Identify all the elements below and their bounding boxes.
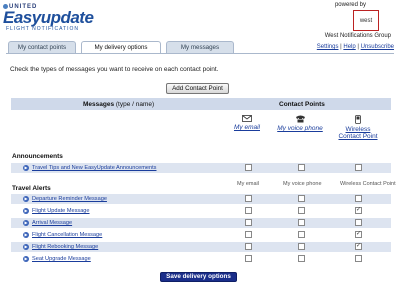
arrow-bullet-icon: ▶: [23, 232, 29, 238]
wireless-checkbox[interactable]: [355, 219, 362, 226]
announcements-heading: Announcements: [12, 153, 63, 160]
message-type-link[interactable]: Departure Reminder Message: [32, 196, 107, 202]
email-column-label: My email: [237, 181, 260, 187]
voice-column-label: My voice phone: [283, 181, 322, 187]
envelope-icon: [242, 115, 252, 122]
message-type-link[interactable]: Arrival Message: [32, 220, 72, 226]
voice-checkbox[interactable]: [298, 219, 305, 226]
instructions-text: Check the types of messages you want to …: [10, 66, 219, 73]
wireless-contact-point-link[interactable]: Wireless Contact Point: [336, 126, 380, 140]
partner-name: West Notifications Group: [324, 33, 391, 39]
tab-messages[interactable]: My messages: [166, 41, 234, 53]
message-type-link[interactable]: Travel Tips and New EasyUpdate Announcem…: [32, 165, 156, 171]
west-logo: west: [353, 10, 379, 31]
voice-checkbox[interactable]: [298, 231, 305, 238]
easyupdate-wordmark: Easyupdate: [3, 8, 94, 28]
wireless-checkbox[interactable]: ✓: [355, 243, 362, 250]
email-checkbox[interactable]: [245, 255, 252, 262]
table-row: ▶ Flight Rebooking Message ✓: [11, 242, 391, 252]
email-checkbox[interactable]: [245, 231, 252, 238]
message-type-link[interactable]: Seat Upgrade Message: [32, 256, 91, 262]
mobile-icon: [355, 115, 361, 124]
easyupdate-logo: UNITED Easyupdate FLIGHT NOTIFICATION: [3, 4, 123, 32]
tab-contact-points[interactable]: My contact points: [8, 41, 76, 53]
unsubscribe-link[interactable]: Unsubscribe: [361, 44, 394, 50]
table-row: ▶ Seat Upgrade Message: [11, 254, 391, 264]
arrow-bullet-icon: ▶: [23, 256, 29, 262]
wireless-checkbox[interactable]: ✓: [355, 231, 362, 238]
message-type-link[interactable]: Flight Cancellation Message: [32, 232, 102, 238]
messages-column-header: Messages (type / name): [83, 101, 155, 108]
contact-points-column-header: Contact Points: [279, 101, 325, 108]
wireless-checkbox[interactable]: [355, 195, 362, 202]
table-row: ▶ Flight Cancellation Message ✓: [11, 230, 391, 240]
table-row: ▶ Departure Reminder Message: [11, 194, 391, 204]
settings-link[interactable]: Settings: [317, 44, 339, 50]
email-checkbox[interactable]: [245, 164, 252, 171]
contact-point-email: My email: [232, 115, 262, 131]
travel-alerts-heading: Travel Alerts: [12, 185, 51, 192]
voice-checkbox[interactable]: [298, 207, 305, 214]
table-header: Messages (type / name) Contact Points: [11, 98, 391, 110]
email-checkbox[interactable]: [245, 195, 252, 202]
arrow-bullet-icon: ▶: [23, 244, 29, 250]
save-delivery-options-button[interactable]: Save delivery options: [160, 272, 237, 282]
message-type-link[interactable]: Flight Update Message: [32, 208, 90, 214]
arrow-bullet-icon: ▶: [23, 165, 29, 171]
wireless-checkbox[interactable]: [355, 255, 362, 262]
table-row: ▶ Arrival Message: [11, 218, 391, 228]
my-voice-phone-link[interactable]: My voice phone: [272, 125, 328, 132]
arrow-bullet-icon: ▶: [23, 220, 29, 226]
arrow-bullet-icon: ▶: [23, 196, 29, 202]
phone-icon: [295, 115, 305, 123]
wireless-checkbox[interactable]: ✓: [355, 207, 362, 214]
my-email-link[interactable]: My email: [232, 124, 262, 131]
top-links: Settings | Help | Unsubscribe: [317, 44, 394, 50]
contact-point-voice: My voice phone: [272, 115, 328, 132]
help-link[interactable]: Help: [343, 44, 355, 50]
contact-point-wireless: Wireless Contact Point: [336, 115, 380, 140]
message-type-link[interactable]: Flight Rebooking Message: [32, 244, 98, 250]
powered-by-label: powered by: [334, 2, 366, 8]
email-checkbox[interactable]: [245, 219, 252, 226]
wireless-column-label: Wireless Contact Point: [340, 181, 396, 187]
logo-subtitle: FLIGHT NOTIFICATION: [6, 26, 79, 33]
table-row: ▶ Travel Tips and New EasyUpdate Announc…: [11, 163, 391, 173]
wireless-checkbox[interactable]: [355, 164, 362, 171]
email-checkbox[interactable]: [245, 207, 252, 214]
add-contact-point-button[interactable]: Add Contact Point: [166, 83, 229, 94]
email-checkbox[interactable]: [245, 243, 252, 250]
voice-checkbox[interactable]: [298, 195, 305, 202]
arrow-bullet-icon: ▶: [23, 208, 29, 214]
voice-checkbox[interactable]: [298, 164, 305, 171]
table-row: ▶ Flight Update Message ✓: [11, 206, 391, 216]
voice-checkbox[interactable]: [298, 243, 305, 250]
voice-checkbox[interactable]: [298, 255, 305, 262]
